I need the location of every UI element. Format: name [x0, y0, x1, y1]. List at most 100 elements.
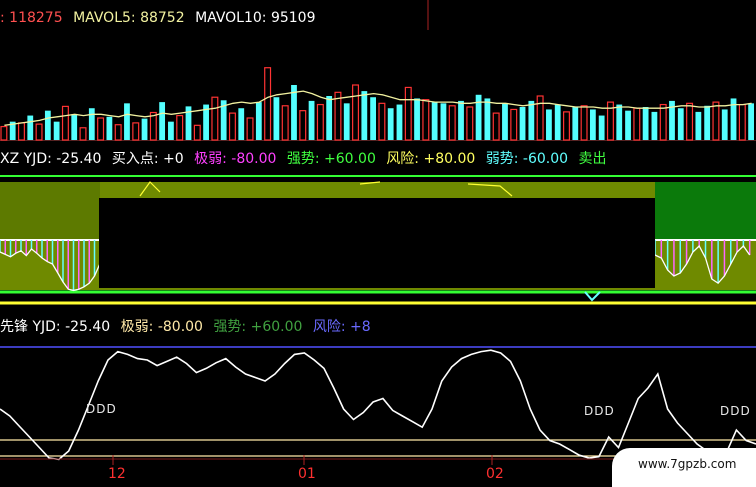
volume-bar: [387, 108, 394, 140]
sell-label: 卖出: [578, 151, 607, 167]
mavol5-value: MAVOL5: 88752: [73, 10, 185, 26]
volume-bar: [484, 98, 491, 140]
volume-bar: [149, 111, 157, 141]
extreme-weak-value-2: 极弱: -80.00: [120, 319, 203, 335]
ddd-signal-1: DDD: [86, 402, 117, 416]
volume-bar: [88, 108, 95, 140]
xz-yjd-header: XZ YJD: -25.40 买入点: +0 极弱: -80.00 强势: +6…: [0, 149, 613, 169]
volume-bar: [440, 103, 447, 140]
volume-bar: [677, 108, 684, 140]
volume-bar: [17, 122, 25, 141]
volume-bar: [502, 103, 508, 140]
volume-bar: [281, 105, 289, 141]
redaction-block: [99, 198, 655, 288]
volume-bar: [598, 115, 605, 140]
volume-bar: [422, 99, 430, 141]
volume-header: : 118275 MAVOL5: 88752 MAVOL10: 95109: [0, 8, 322, 28]
volume-bar: [519, 107, 526, 140]
volume-bar: [176, 114, 184, 141]
ddd-signal-3: DDD: [720, 404, 751, 418]
volume-bar: [211, 96, 219, 141]
volume-bar: [124, 103, 130, 140]
volume-bar: [642, 107, 649, 140]
volume-bar: [492, 112, 500, 141]
zone-right: [655, 176, 756, 240]
volume-bar: [27, 115, 34, 140]
strong-value: 强势: +60.00: [286, 151, 376, 167]
volume-bar: [308, 100, 315, 140]
volume-bar: [616, 104, 623, 140]
volume-bar: [466, 106, 474, 141]
volume-bar: [633, 107, 641, 141]
xianfeng-yjd-name: 先锋 YJD: -25.40: [0, 319, 111, 335]
zone-left: [0, 176, 100, 240]
volume-bar: [71, 114, 78, 140]
volume-bar: [343, 103, 350, 140]
volume-bar: [316, 103, 324, 141]
strong-value-2: 强势: +60.00: [213, 319, 303, 335]
volume-bar: [193, 124, 201, 141]
volume-bar: [168, 121, 174, 140]
volume-bar: [651, 111, 658, 140]
ddd-signal-2: DDD: [584, 404, 615, 418]
volume-bar: [228, 112, 236, 141]
xianfeng-yjd-header: 先锋 YJD: -25.40 极弱: -80.00 强势: +60.00 风险:…: [0, 317, 377, 337]
volume-bar: [299, 110, 307, 141]
volume-bar: [659, 103, 667, 141]
volume-bar: [704, 105, 711, 140]
volume-bar: [61, 105, 69, 141]
volume-bar: [589, 109, 596, 140]
volume-bar: [510, 108, 518, 141]
volume-bar: [370, 97, 376, 140]
volume-bar: [326, 96, 333, 140]
weakish-value: 弱势: -60.00: [485, 151, 569, 167]
buy-point-value: 买入点: +0: [111, 151, 184, 167]
volume-bar: [431, 102, 438, 140]
volume-bar: [97, 117, 105, 141]
volume-bar: [414, 98, 420, 140]
volume-bar: [114, 124, 122, 141]
x-tick-01: 01: [298, 466, 316, 482]
volume-bar: [448, 105, 456, 141]
mavol10-value: MAVOL10: 95109: [195, 10, 316, 26]
volume-bar: [35, 123, 43, 141]
watermark-text: www.7gpzb.com: [638, 457, 737, 471]
x-tick-12: 12: [108, 466, 126, 482]
volume-bar: [0, 125, 8, 141]
volume-bar: [44, 110, 51, 140]
volume-bar: [378, 102, 386, 141]
vol-value: : 118275: [0, 10, 63, 26]
volume-bar: [159, 102, 166, 140]
extreme-weak-value: 极弱: -80.00: [194, 151, 277, 167]
risk-value: 风险: +80.00: [386, 151, 476, 167]
volume-bar: [536, 95, 544, 141]
volume-bar: [264, 67, 272, 141]
volume-bar: [255, 102, 262, 140]
volume-bar: [238, 108, 245, 140]
volume-bar: [695, 111, 702, 140]
volume-bar: [106, 116, 113, 140]
volume-bar: [404, 86, 412, 141]
volume-bar: [528, 100, 535, 140]
watermark: www.7gpzb.com: [612, 448, 756, 487]
volume-bar: [132, 122, 140, 141]
volume-bar: [580, 105, 588, 141]
volume-bar: [554, 104, 561, 140]
volume-bar: [396, 104, 403, 140]
volume-bar: [546, 109, 552, 140]
volume-bar: [721, 109, 728, 140]
volume-bar: [361, 91, 368, 140]
volume-bar: [273, 97, 280, 140]
volume-bar: [738, 103, 746, 141]
volume-bar: [352, 84, 360, 141]
volume-bar: [625, 110, 631, 140]
x-tick-02: 02: [486, 466, 504, 482]
volume-bar: [712, 101, 720, 141]
volume-bar: [334, 91, 342, 141]
volume-bar: [79, 127, 87, 141]
volume-bar: [748, 103, 754, 140]
xz-yjd-name: XZ YJD: -25.40: [0, 151, 102, 167]
volume-bar: [458, 100, 464, 140]
volume-bar: [572, 107, 579, 140]
volume-bar: [141, 118, 148, 140]
